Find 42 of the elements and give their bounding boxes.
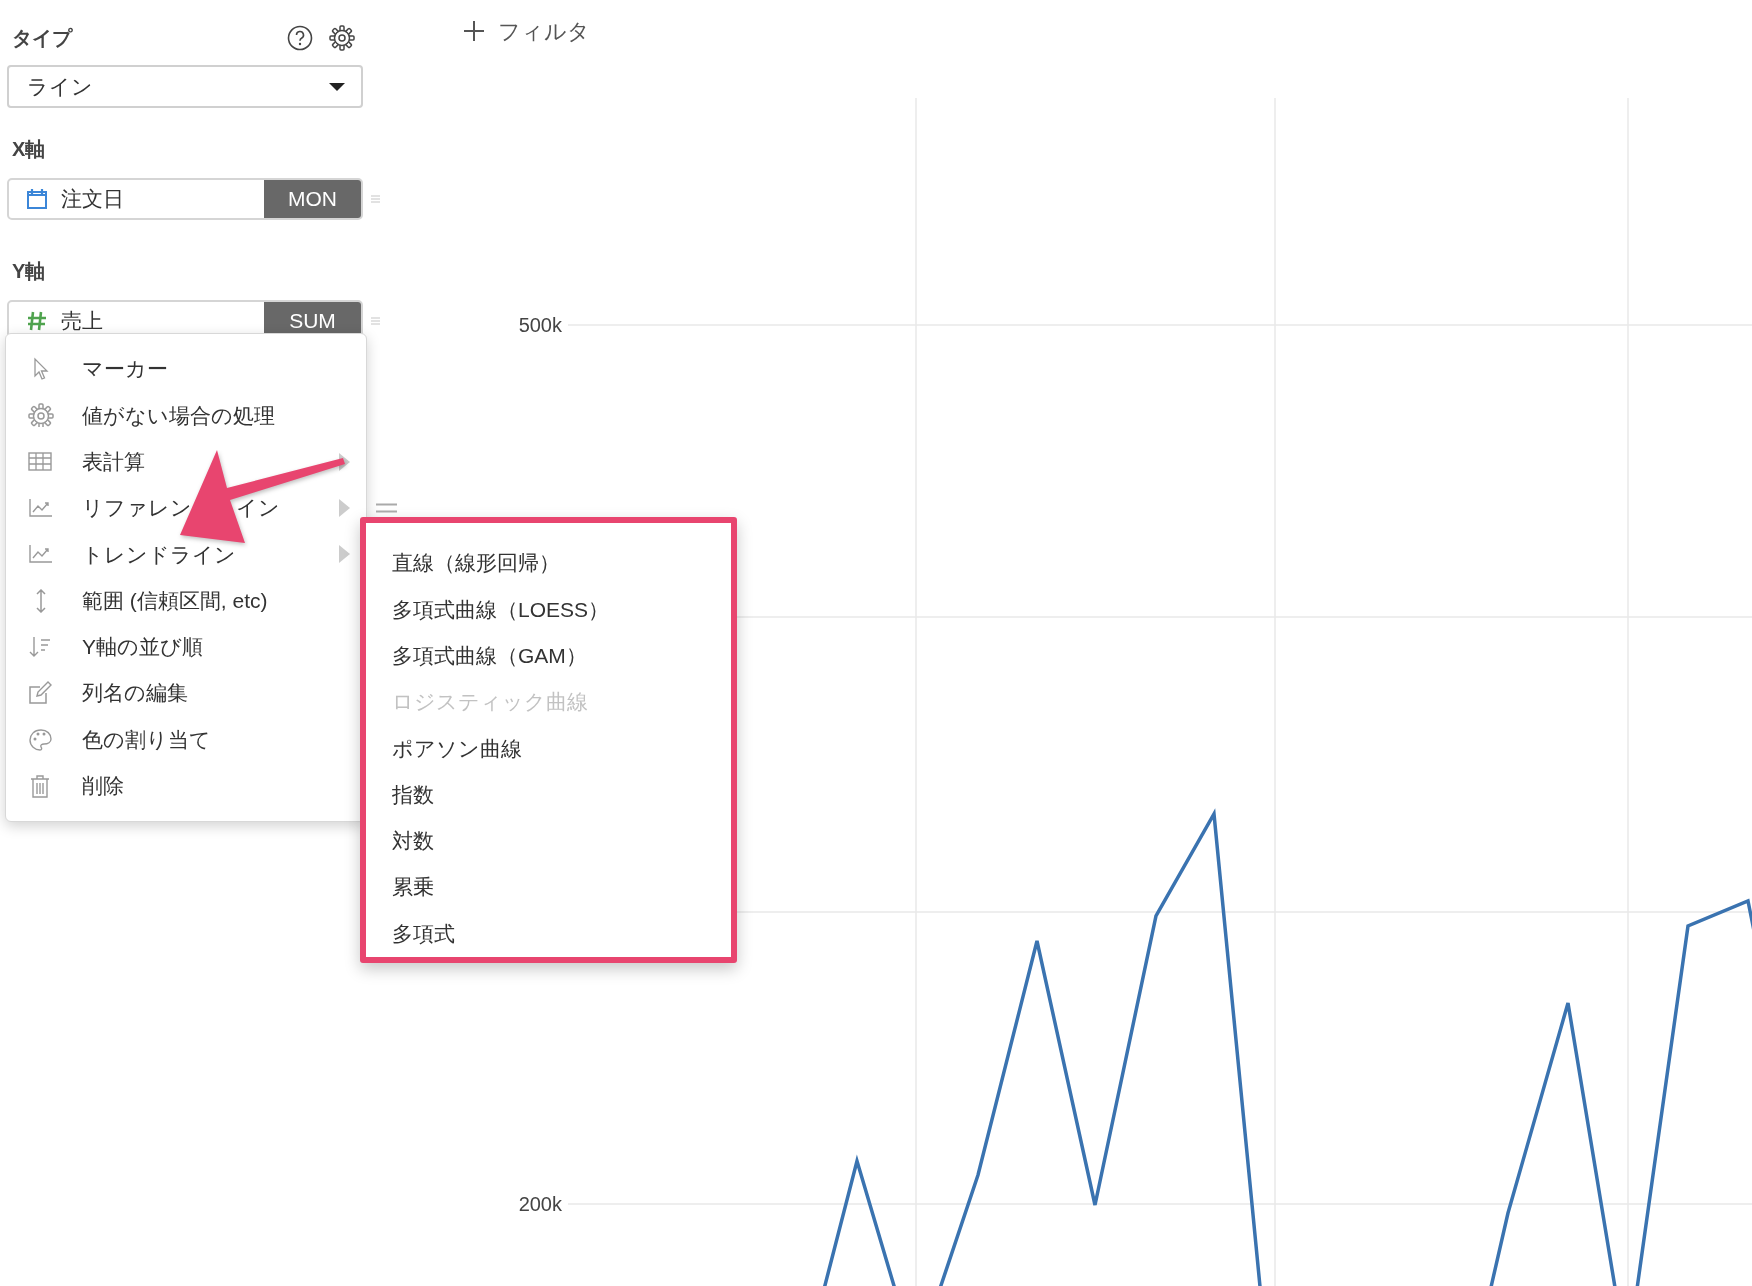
menu-item-text: イン bbox=[236, 495, 280, 522]
section-label: Y軸 bbox=[11, 259, 47, 284]
menu-item[interactable]: 表計算 bbox=[6, 438, 358, 485]
menu-item[interactable]: 色の割り当て bbox=[6, 716, 358, 763]
menu-item[interactable]: マーカー bbox=[6, 346, 358, 393]
section-label: X軸 bbox=[11, 137, 47, 162]
chart-type-select[interactable]: ライン bbox=[7, 65, 363, 108]
settings-icon[interactable] bbox=[329, 25, 355, 51]
axis-tick-label: 500k bbox=[518, 314, 562, 336]
menu-icon[interactable] bbox=[376, 503, 397, 513]
settings-icon bbox=[28, 403, 54, 428]
add-filter-button[interactable]: フィルタ bbox=[464, 16, 1752, 46]
palette-icon bbox=[28, 727, 54, 752]
edit-icon bbox=[28, 681, 54, 706]
caret-icon bbox=[329, 82, 345, 91]
help-icon[interactable] bbox=[287, 25, 313, 51]
submenu-item[interactable]: 多項式 bbox=[392, 910, 731, 957]
axis-tick-label: 200k bbox=[518, 1193, 562, 1215]
menu-item[interactable]: 値がない場合の処理 bbox=[6, 392, 358, 439]
menu-item[interactable]: トレンドライン bbox=[6, 531, 358, 578]
submenu-item[interactable]: 多項式曲線（GAM） bbox=[392, 632, 731, 679]
calendar-icon bbox=[27, 189, 47, 209]
aggregation-button[interactable]: MON bbox=[264, 180, 361, 218]
hash-icon bbox=[27, 311, 47, 331]
field-name: 売上 bbox=[61, 308, 103, 335]
menu-item[interactable]: 列名の編集 bbox=[6, 670, 358, 717]
menu-item[interactable]: Y軸の並び順 bbox=[6, 623, 358, 671]
submenu-item[interactable]: 多項式曲線（LOESS） bbox=[392, 586, 731, 633]
submenu-item[interactable]: 対数 bbox=[392, 817, 731, 865]
menu-item-row[interactable]: リファレン イン bbox=[6, 484, 358, 532]
table-icon bbox=[28, 449, 54, 474]
plus-icon bbox=[464, 21, 484, 41]
menu-item[interactable]: 削除 bbox=[6, 762, 358, 809]
menu-item[interactable]: 範囲 (信頼区間, etc) bbox=[6, 577, 358, 624]
field-name: 注文日 bbox=[61, 186, 124, 213]
menu-item-text: リファレン bbox=[82, 495, 192, 522]
submenu-item[interactable]: 直線（線形回帰） bbox=[392, 540, 731, 587]
submenu-item[interactable]: 指数 bbox=[392, 771, 731, 818]
axis-field[interactable]: 注文日 MON bbox=[7, 178, 363, 220]
submenu-item[interactable]: ポアソン曲線 bbox=[392, 725, 731, 772]
section-label: タイプ bbox=[11, 26, 72, 51]
submenu-item[interactable]: 累乗 bbox=[392, 864, 731, 911]
